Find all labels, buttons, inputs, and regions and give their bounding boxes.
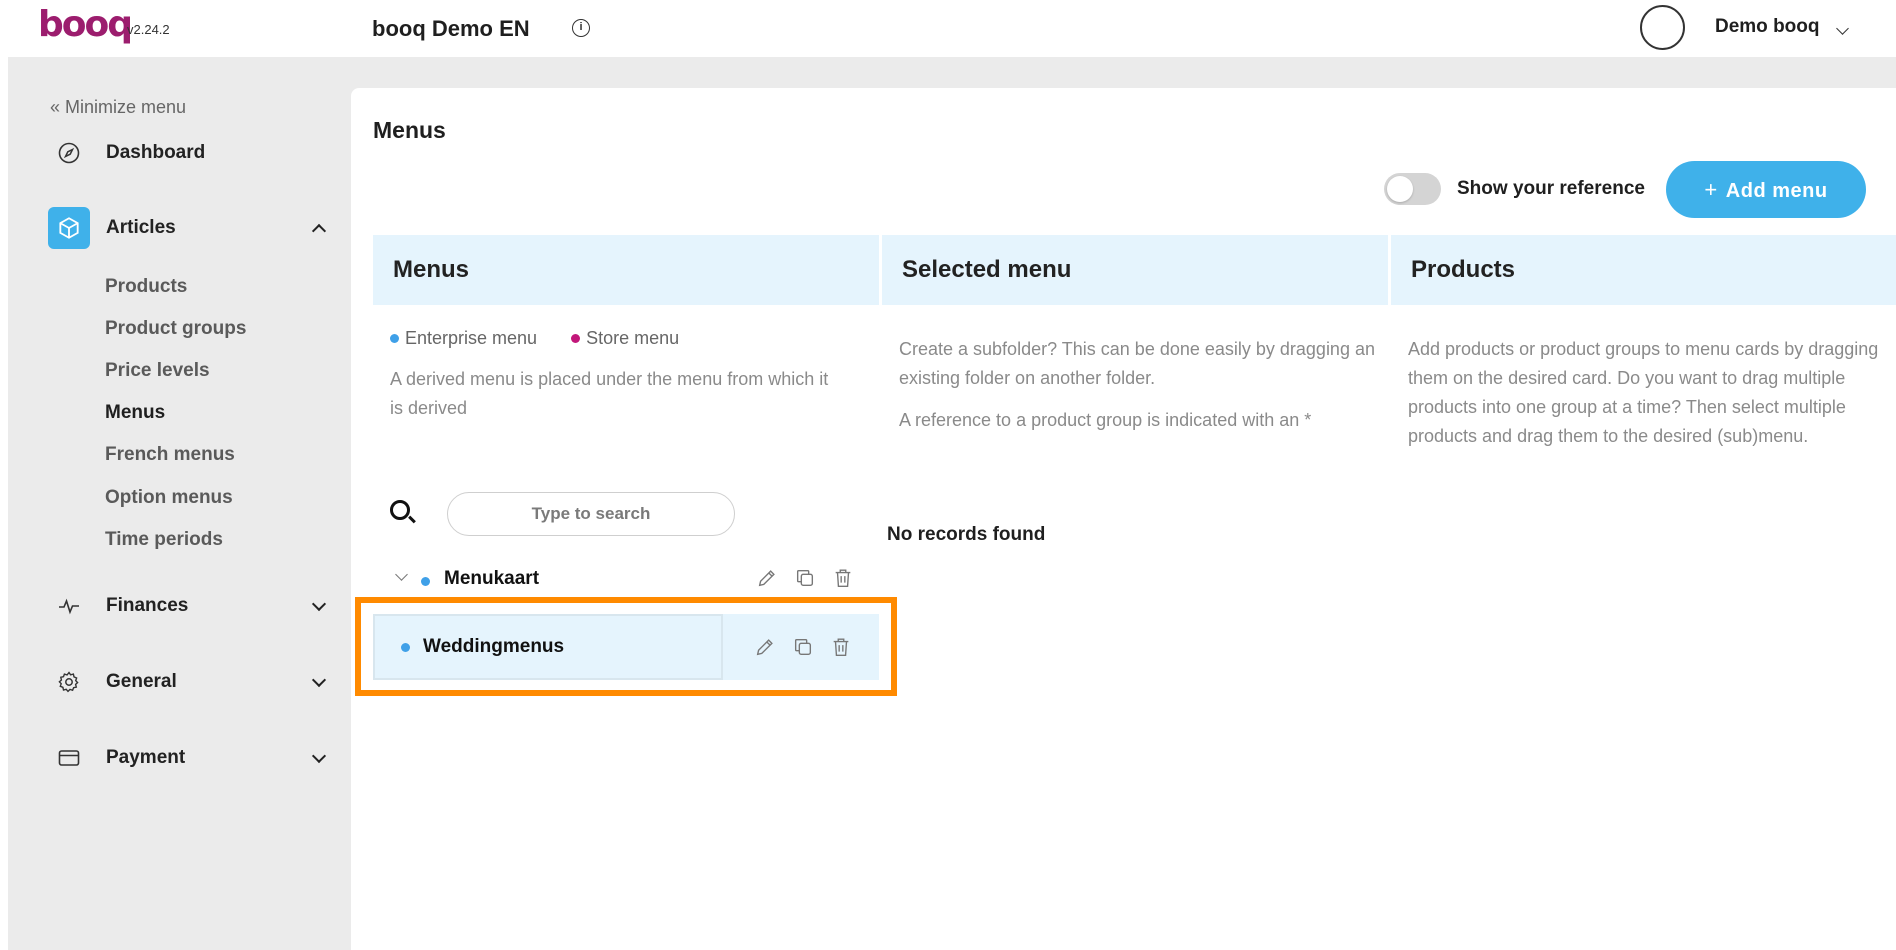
chevron-down-icon: [311, 748, 327, 764]
column-header-menus: Menus: [373, 235, 879, 305]
sidebar-item-label: Articles: [106, 217, 176, 238]
page-title: Menus: [373, 117, 446, 143]
legend-enterprise: Enterprise menu: [405, 328, 538, 348]
add-menu-label: Add menu: [1725, 179, 1828, 202]
enterprise-dot: [421, 577, 430, 586]
sidebar-item-label: Dashboard: [106, 142, 206, 163]
copy-icon[interactable]: [793, 566, 817, 590]
pencil-icon[interactable]: [753, 635, 777, 659]
enterprise-dot: [390, 334, 399, 343]
chevron-down-icon[interactable]: [395, 568, 408, 581]
tree-item-weddingmenus[interactable]: Weddingmenus: [373, 614, 723, 680]
add-menu-button[interactable]: + Add menu: [1666, 161, 1866, 218]
sidebar-item-dashboard[interactable]: Dashboard: [48, 131, 338, 175]
booq-logo[interactable]: booq: [38, 7, 133, 43]
venue-name: booq Demo EN: [372, 16, 530, 41]
show-reference-label: Show your reference: [1457, 178, 1645, 199]
tree-item-label: Menukaart: [444, 568, 540, 589]
chevron-up-icon: [311, 223, 327, 239]
toggle-knob: [1387, 176, 1413, 202]
sidebar-subitem-french-menus[interactable]: French menus: [105, 444, 235, 466]
store-dot: [571, 334, 581, 343]
sidebar-item-label: Finances: [106, 595, 189, 616]
sidebar-subitem-products[interactable]: Products: [105, 276, 187, 298]
chevron-down-icon[interactable]: [1836, 22, 1849, 35]
sidebar-subitem-price-levels[interactable]: Price levels: [105, 360, 210, 382]
sidebar-item-payment[interactable]: Payment: [48, 736, 338, 780]
tree-item-menukaart[interactable]: Menukaart: [373, 556, 879, 608]
pencil-icon[interactable]: [755, 566, 779, 590]
card-icon: [48, 737, 90, 779]
compass-icon: [48, 132, 90, 174]
plus-icon: +: [1704, 176, 1718, 202]
top-bar: booq v2.24.2 booq Demo EN i Demo booq: [0, 0, 1896, 57]
tree-item-label: Weddingmenus: [423, 636, 565, 657]
sidebar-subitem-time-periods[interactable]: Time periods: [105, 529, 223, 551]
sidebar-subitem-option-menus[interactable]: Option menus: [105, 487, 233, 509]
menus-help-text: A derived menu is placed under the menu …: [390, 369, 829, 418]
pulse-icon: [48, 585, 90, 627]
column-header-products: Products: [1391, 235, 1896, 305]
enterprise-dot: [401, 643, 410, 652]
row-actions-group: [753, 635, 853, 659]
sidebar-item-label: Payment: [106, 747, 186, 768]
app-version: v2.24.2: [127, 22, 170, 37]
avatar[interactable]: [1640, 5, 1685, 50]
sidebar-item-label: General: [106, 671, 177, 692]
search-icon[interactable]: [390, 500, 410, 520]
products-help-text: Add products or product groups to menu c…: [1408, 339, 1879, 446]
sidebar-item-general[interactable]: General: [48, 660, 338, 704]
no-records-message: No records found: [887, 524, 1046, 545]
sidebar-item-finances[interactable]: Finances: [48, 584, 338, 628]
sidebar-item-articles[interactable]: Articles: [48, 206, 338, 250]
info-icon[interactable]: i: [572, 19, 590, 37]
selected-help-text-1: Create a subfolder? This can be done eas…: [899, 339, 1375, 388]
chevron-down-icon: [311, 672, 327, 688]
user-menu[interactable]: Demo booq: [1715, 16, 1820, 38]
row-actions: [755, 566, 855, 590]
cube-icon: [48, 207, 90, 249]
column-header-selected-menu: Selected menu: [882, 235, 1388, 305]
gear-icon: [48, 661, 90, 703]
row-actions: [723, 614, 879, 680]
menu-legend: Enterprise menu Store menu: [390, 328, 679, 349]
chevron-down-icon: [311, 596, 327, 612]
minimize-menu-button[interactable]: « Minimize menu: [50, 97, 186, 118]
trash-icon[interactable]: [829, 635, 853, 659]
show-reference-toggle[interactable]: [1384, 173, 1441, 205]
sidebar: « Minimize menu Dashboard Articles Produ…: [8, 57, 350, 950]
sidebar-subitem-product-groups[interactable]: Product groups: [105, 318, 246, 340]
legend-store: Store menu: [586, 328, 680, 348]
selected-help-text-2: A reference to a product group is indica…: [899, 410, 1312, 430]
trash-icon[interactable]: [831, 566, 855, 590]
search-input[interactable]: [447, 492, 735, 536]
copy-icon[interactable]: [791, 635, 815, 659]
sidebar-subitem-menus[interactable]: Menus: [105, 402, 165, 424]
